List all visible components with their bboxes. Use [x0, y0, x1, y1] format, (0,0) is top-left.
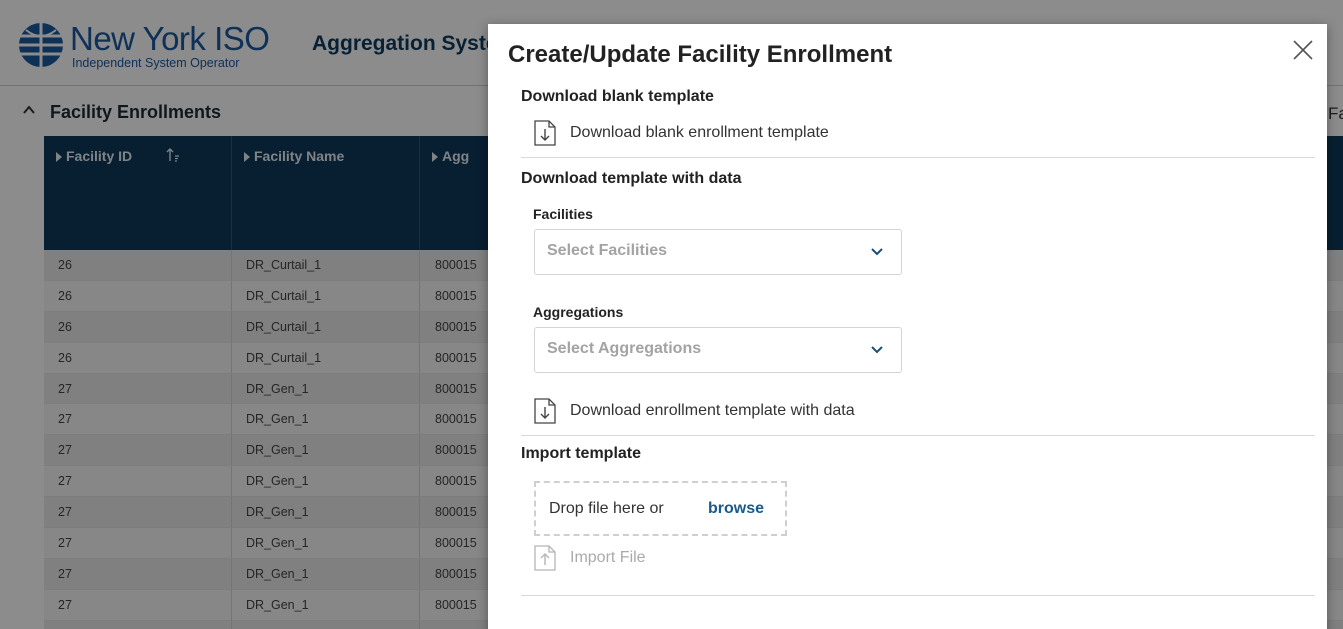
section-divider: [521, 595, 1315, 596]
modal-title: Create/Update Facility Enrollment: [508, 41, 893, 68]
import-file-button[interactable]: Import File: [534, 545, 664, 571]
dropzone-text: Drop file here or: [549, 500, 664, 517]
section-divider: [521, 157, 1315, 158]
aggregations-label: Aggregations: [533, 304, 624, 320]
link-label: Download blank enrollment template: [570, 124, 829, 141]
chevron-down-icon: [871, 248, 883, 256]
facilities-label: Facilities: [533, 206, 593, 222]
section-heading-blank-template: Download blank template: [521, 88, 714, 105]
section-heading-data-template: Download template with data: [521, 170, 742, 187]
close-icon[interactable]: [1291, 38, 1315, 62]
file-download-icon: [534, 398, 556, 424]
chevron-down-icon: [871, 346, 883, 354]
aggregations-select[interactable]: Select Aggregations: [534, 327, 902, 373]
download-template-with-data-link[interactable]: Download enrollment template with data: [534, 398, 914, 424]
section-heading-import: Import template: [521, 445, 642, 462]
file-dropzone[interactable]: Drop file here or browse: [534, 481, 787, 536]
enrollment-modal: Create/Update Facility Enrollment Downlo…: [488, 24, 1327, 629]
import-file-label: Import File: [570, 549, 646, 566]
facilities-select[interactable]: Select Facilities: [534, 229, 902, 275]
link-label: Download enrollment template with data: [570, 402, 855, 419]
file-upload-icon: [534, 545, 556, 571]
browse-link[interactable]: browse: [708, 500, 764, 518]
facilities-placeholder: Select Facilities: [547, 242, 668, 259]
section-divider: [521, 435, 1315, 436]
aggregations-placeholder: Select Aggregations: [547, 340, 702, 357]
file-download-icon: [534, 120, 556, 146]
download-blank-template-link[interactable]: Download blank enrollment template: [534, 120, 874, 146]
